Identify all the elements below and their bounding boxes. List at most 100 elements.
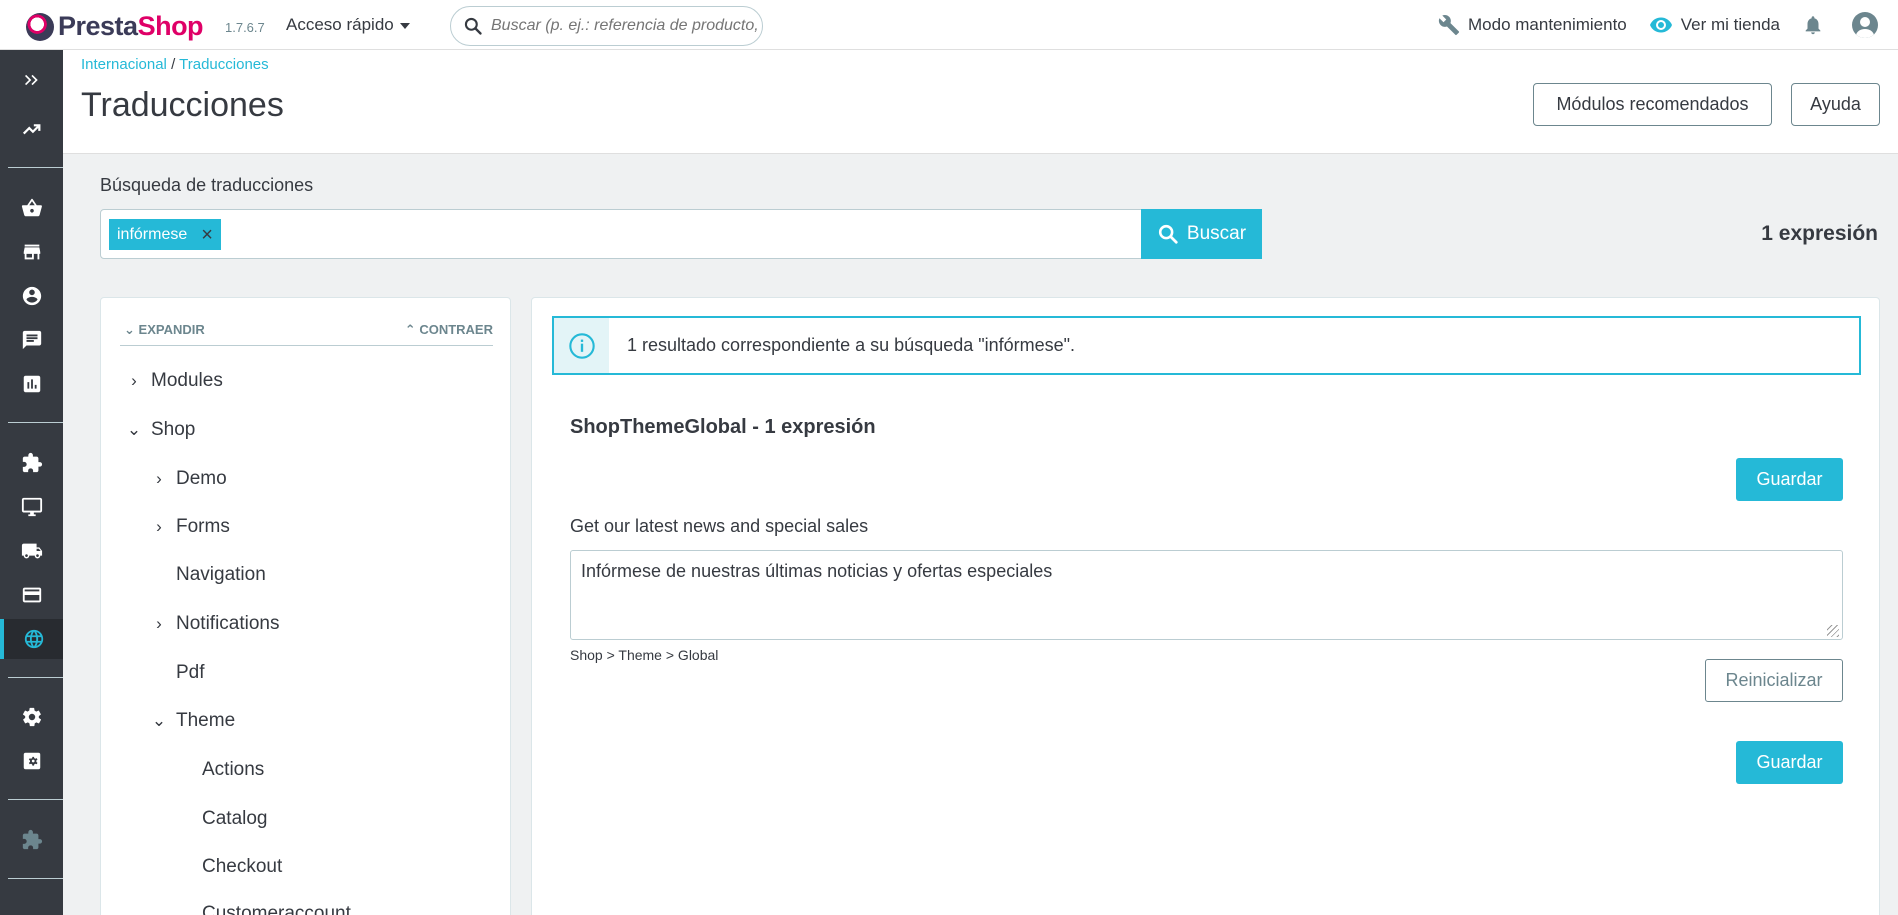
prestashop-logo[interactable]: PrestaShop	[26, 11, 204, 42]
translation-results-panel: 1 resultado correspondiente a su búsqued…	[531, 297, 1880, 915]
sidebar-item-extensions[interactable]	[0, 820, 63, 860]
tree-toolbar: ⌄ EXPANDIR ⌃ CONTRAER	[120, 322, 493, 346]
top-right-actions: Modo mantenimiento Ver mi tienda	[1438, 0, 1898, 50]
double-chevron-right-icon	[24, 74, 38, 86]
translation-search-input[interactable]: infórmese ×	[100, 209, 1142, 259]
truck-icon	[21, 543, 42, 559]
sidebar-item-modules[interactable]	[0, 443, 63, 483]
tree-item-checkout[interactable]: Checkout	[202, 856, 282, 878]
sidebar-item-messages[interactable]	[0, 320, 63, 360]
tree-item-label: Checkout	[202, 856, 283, 877]
sidebar-item-dashboard[interactable]	[0, 109, 63, 149]
translation-textarea[interactable]: Infórmese de nuestras últimas noticias y…	[570, 550, 1843, 640]
reset-button[interactable]: Reinicializar	[1705, 659, 1843, 702]
save-button-bottom[interactable]: Guardar	[1736, 741, 1843, 784]
sidebar-item-customers[interactable]	[0, 276, 63, 316]
breadcrumb-separator: /	[166, 56, 180, 73]
info-icon-box	[554, 318, 609, 373]
brand-name: PrestaShop	[58, 11, 204, 41]
bell-icon	[1805, 16, 1821, 35]
prestashop-logo-icon	[26, 12, 54, 41]
user-avatar-icon[interactable]	[1852, 12, 1878, 38]
breadcrumb-link-international[interactable]: Internacional	[81, 56, 167, 73]
global-search[interactable]	[450, 6, 763, 46]
tree-item-label: Modules	[151, 370, 223, 391]
sidebar-divider	[8, 422, 63, 423]
tree-item-navigation[interactable]: Navigation	[150, 564, 266, 586]
info-alert: 1 resultado correspondiente a su búsqued…	[552, 316, 1861, 375]
tree-item-label: Demo	[176, 468, 227, 489]
breadcrumb: Internacional / Traducciones	[81, 56, 269, 73]
tree-item-catalog[interactable]: Catalog	[202, 808, 268, 830]
search-tag: infórmese ×	[109, 219, 221, 250]
view-shop-link[interactable]: Ver mi tienda	[1649, 13, 1780, 37]
expand-menu-button[interactable]	[0, 60, 63, 100]
breadcrumb-link-translations[interactable]: Traducciones	[179, 56, 269, 73]
save-button-top[interactable]: Guardar	[1736, 458, 1843, 501]
sidebar-item-international[interactable]	[0, 619, 63, 659]
chevron-down-icon: ⌄	[124, 322, 135, 337]
sidebar-item-catalog[interactable]	[0, 232, 63, 272]
tree-item-pdf[interactable]: Pdf	[150, 662, 205, 684]
sidebar-item-payment[interactable]	[0, 575, 63, 615]
quick-access-label: Acceso rápido	[286, 15, 394, 34]
search-button-label: Buscar	[1186, 223, 1247, 244]
sidebar-item-orders[interactable]	[0, 188, 63, 228]
domain-title: ShopThemeGlobal - 1 expresión	[570, 416, 876, 438]
view-shop-label: Ver mi tienda	[1680, 15, 1780, 34]
tree-item-label: Pdf	[176, 662, 205, 683]
globe-icon	[24, 629, 43, 649]
chevron-down-icon: ⌄	[151, 711, 167, 730]
recommended-modules-button[interactable]: Módulos recomendados	[1533, 83, 1772, 126]
store-icon	[23, 244, 40, 260]
search-button[interactable]: Buscar	[1141, 209, 1262, 259]
quick-access-dropdown[interactable]: Acceso rápido	[286, 15, 410, 35]
sidebar-divider	[8, 878, 63, 879]
remove-tag-icon[interactable]: ×	[201, 225, 213, 245]
tree-item-demo[interactable]: › Demo	[150, 468, 227, 490]
sidebar-item-more[interactable]	[0, 898, 63, 915]
tree-item-shop[interactable]: ⌄ Shop	[125, 419, 196, 441]
sidebar-item-shipping[interactable]	[0, 531, 63, 571]
search-tag-label: infórmese	[117, 225, 188, 243]
wrench-icon	[1438, 15, 1460, 36]
chevron-right-icon: ›	[156, 469, 162, 488]
tree-item-label: Theme	[176, 710, 236, 731]
sidebar-divider	[8, 799, 63, 800]
chevron-right-icon: ›	[131, 371, 137, 390]
source-string: Get our latest news and special sales	[570, 516, 869, 536]
search-icon	[1158, 224, 1178, 244]
page-title: Traducciones	[81, 86, 284, 124]
tree-item-label: Catalog	[202, 808, 268, 829]
maintenance-link[interactable]: Modo mantenimiento	[1438, 14, 1627, 36]
tree-item-actions[interactable]: Actions	[202, 759, 264, 781]
tree-item-label: Forms	[176, 516, 230, 537]
sidebar-item-stats[interactable]	[0, 364, 63, 404]
translation-path: Shop > Theme > Global	[570, 647, 719, 663]
sidebar-item-advanced[interactable]	[0, 741, 63, 781]
tree-item-notifications[interactable]: › Notifications	[150, 613, 279, 635]
collapse-all-link[interactable]: ⌃ CONTRAER	[405, 322, 493, 338]
notifications-button[interactable]	[1802, 14, 1824, 36]
trending-up-icon	[22, 124, 40, 135]
help-button[interactable]: Ayuda	[1791, 83, 1880, 126]
top-bar: PrestaShop 1.7.6.7 Acceso rápido Modo ma…	[0, 0, 1898, 50]
maintenance-label: Modo mantenimiento	[1468, 15, 1627, 34]
chat-icon	[22, 330, 41, 350]
info-alert-text: 1 resultado correspondiente a su búsqued…	[627, 335, 1076, 355]
caret-down-icon	[399, 23, 410, 29]
global-search-input[interactable]	[491, 17, 761, 35]
tree-item-theme[interactable]: ⌄ Theme	[150, 710, 235, 732]
resize-handle-icon[interactable]	[1827, 625, 1839, 637]
tree-item-forms[interactable]: › Forms	[150, 516, 230, 538]
tree-item-label: Shop	[151, 419, 196, 440]
sidebar-nav	[0, 50, 63, 915]
settings-box-icon	[23, 752, 40, 770]
tree-item-customeraccount[interactable]: Customeraccount	[202, 903, 351, 915]
chevron-up-icon: ⌃	[404, 322, 416, 337]
sidebar-item-design[interactable]	[0, 487, 63, 527]
sidebar-item-settings[interactable]	[0, 697, 63, 737]
expand-all-link[interactable]: ⌄ EXPANDIR	[124, 322, 205, 338]
tree-item-modules[interactable]: › Modules	[125, 370, 223, 392]
bar-chart-icon	[23, 375, 40, 393]
